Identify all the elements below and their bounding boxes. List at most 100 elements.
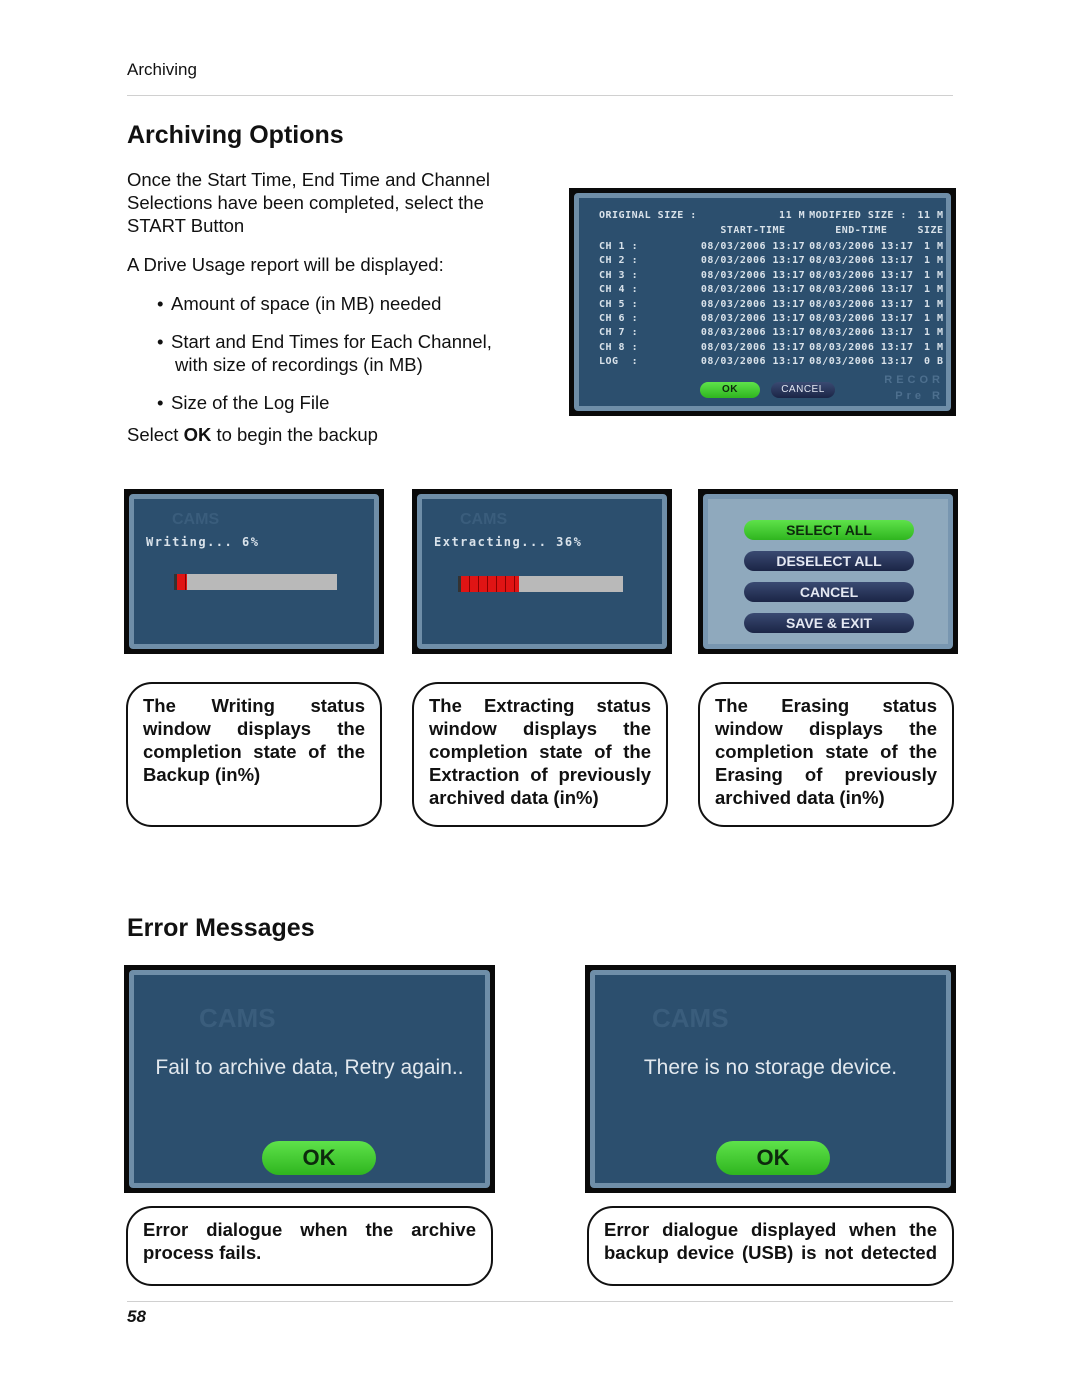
deselect-all-button[interactable]: DESELECT ALL <box>744 551 914 571</box>
cams-watermark: CAMS <box>460 511 508 528</box>
bullet-text: with size of recordings (in MB) <box>175 354 423 375</box>
cams-watermark: CAMS <box>199 1003 276 1033</box>
caption-line: completion state of the <box>429 741 651 762</box>
extracting-status-label: Extracting... 36% <box>434 535 583 549</box>
caption-line: window displays the <box>429 718 651 739</box>
row-channel: CH 1 : <box>599 241 639 253</box>
report-rows: CH 1 :08/03/2006 13:17 08/03/2006 13:17 1 … <box>597 239 946 369</box>
row-channel: CH 8 : <box>599 341 639 353</box>
row-start-time: 08/03/2006 13:17 <box>700 341 806 353</box>
bullet-icon: • <box>157 392 164 413</box>
row-size: 1 M <box>924 284 944 296</box>
row-channel: CH 2 : <box>599 255 639 267</box>
modified-size-label: MODIFIED SIZE : <box>809 209 907 221</box>
intro-line: Once the Start Time, End Time and Channe… <box>127 169 490 190</box>
no-storage-message: There is no storage device. <box>643 1056 898 1079</box>
row-size: 0 B <box>924 356 944 368</box>
row-channel: CH 3 : <box>599 269 639 281</box>
cancel-button[interactable]: CANCEL <box>744 582 914 602</box>
row-end-time: 08/03/2006 13:17 <box>809 356 914 368</box>
extracting-progress-bar <box>458 576 623 592</box>
row-size: 1 M <box>924 255 944 267</box>
row-size: 1 M <box>924 327 944 339</box>
erase-menu-screen: SELECT ALL DESELECT ALL CANCEL SAVE & EX… <box>698 489 958 654</box>
report-ok-button[interactable]: OK <box>700 382 760 398</box>
row-start-time: 08/03/2006 13:17 <box>700 313 806 325</box>
running-head: Archiving <box>127 60 197 79</box>
row-channel: CH 6 : <box>599 313 639 325</box>
erasing-caption: The Erasing status window displays the c… <box>698 682 954 827</box>
report-cancel-button[interactable]: CANCEL <box>771 382 835 398</box>
no-storage-error-screen: CAMS There is no storage device. OK <box>585 965 956 1193</box>
header-divider <box>127 95 953 96</box>
report-intro: A Drive Usage report will be displayed: <box>127 254 444 275</box>
instruction-text: Select <box>127 424 184 445</box>
caption-line: The Extracting status <box>429 695 651 716</box>
caption-line: process fails. <box>143 1242 262 1263</box>
row-channel: CH 7 : <box>599 327 639 339</box>
writing-progress-bar <box>174 574 337 590</box>
report-row: CH 2 : 08/03/2006 13:17 08/03/2006 13:17 1 … <box>597 254 946 268</box>
instruction-text: to begin the backup <box>211 424 378 445</box>
select-all-button[interactable]: SELECT ALL <box>744 520 914 540</box>
caption-line: backup device (USB) is not detected <box>604 1242 937 1263</box>
section-title-archiving-options: Archiving Options <box>127 121 344 149</box>
archive-fail-ok-button[interactable]: OK <box>262 1141 376 1175</box>
footer-divider <box>127 1301 953 1302</box>
cams-watermark: CAMS <box>652 1003 729 1033</box>
row-size: 1 M <box>924 313 944 325</box>
column-header-end: END-TIME <box>835 225 888 237</box>
row-size: 1 M <box>924 241 944 253</box>
row-end-time: 08/03/2006 13:17 <box>809 269 914 281</box>
row-end-time: 08/03/2006 13:17 <box>809 327 914 339</box>
row-start-time: 08/03/2006 13:17 <box>700 269 806 281</box>
row-start-time: 08/03/2006 13:17 <box>700 255 806 267</box>
bg-watermark: RECOR <box>884 374 944 386</box>
row-start-time: 08/03/2006 13:17 <box>700 327 806 339</box>
row-size: 1 M <box>924 341 944 353</box>
column-header-size: SIZE <box>917 225 944 237</box>
row-channel: LOG : <box>599 356 639 368</box>
row-start-time: 08/03/2006 13:17 <box>700 298 806 310</box>
row-end-time: 08/03/2006 13:17 <box>809 313 914 325</box>
caption-line: The Writing status <box>143 695 365 716</box>
bg-watermark: Pre R <box>895 390 944 402</box>
row-start-time: 08/03/2006 13:17 <box>700 284 806 296</box>
writing-caption: The Writing status window displays the c… <box>126 682 382 827</box>
caption-line: Extraction of previously <box>429 764 651 785</box>
extracting-status-panel: CAMS Extracting... 36% <box>417 494 667 649</box>
caption-line: The Erasing status <box>715 695 937 716</box>
modified-size-value: 11 M <box>917 209 944 221</box>
intro-text: Once the Start Time, End Time and Channe… <box>127 168 547 462</box>
bullet-icon: • <box>157 293 164 314</box>
bullet-text: Amount of space (in MB) needed <box>171 293 442 314</box>
caption-line: Error dialogue displayed when the <box>604 1219 937 1240</box>
row-end-time: 08/03/2006 13:17 <box>809 241 914 253</box>
report-row: CH 4 : 08/03/2006 13:17 08/03/2006 13:17 1 … <box>597 283 946 297</box>
no-storage-ok-button[interactable]: OK <box>716 1141 830 1175</box>
no-storage-dialog: CAMS There is no storage device. OK <box>590 970 951 1188</box>
select-ok-instruction: Select OK to begin the backup <box>127 423 547 446</box>
row-size: 1 M <box>924 269 944 281</box>
row-end-time: 08/03/2006 13:17 <box>809 255 914 267</box>
caption-line: window displays the <box>143 718 365 739</box>
report-bullet-list: • Amount of space (in MB) needed • Start a… <box>127 292 547 414</box>
drive-usage-table: ORIGINAL SIZE : 11 M MODIFIED SIZE : 11 … <box>597 208 946 369</box>
section-title-error-messages: Error Messages <box>127 914 315 942</box>
bullet-item: • Amount of space (in MB) needed <box>157 292 547 315</box>
archive-fail-message: Fail to archive data, Retry again.. <box>155 1056 464 1079</box>
intro-line: Selections have been completed, select t… <box>127 192 484 213</box>
caption-line: window displays the <box>715 718 937 739</box>
bullet-item: • Size of the Log File <box>157 391 547 414</box>
writing-progress-fill <box>177 574 187 590</box>
header-spacer <box>597 222 699 239</box>
save-exit-button[interactable]: SAVE & EXIT <box>744 613 914 633</box>
instruction-bold: OK <box>183 424 212 445</box>
report-row: CH 6 : 08/03/2006 13:17 08/03/2006 13:17 1 … <box>597 311 946 325</box>
no-storage-caption: Error dialogue displayed when the backup… <box>587 1206 954 1286</box>
bullet-item: • Start and End Times for Each Channel, wi… <box>157 330 547 376</box>
row-start-time: 08/03/2006 13:17 <box>700 241 806 253</box>
column-header-start: START-TIME <box>720 225 786 237</box>
writing-status-screen: CAMS Writing... 6% <box>124 489 384 654</box>
original-size-label: ORIGINAL SIZE : <box>599 209 697 221</box>
